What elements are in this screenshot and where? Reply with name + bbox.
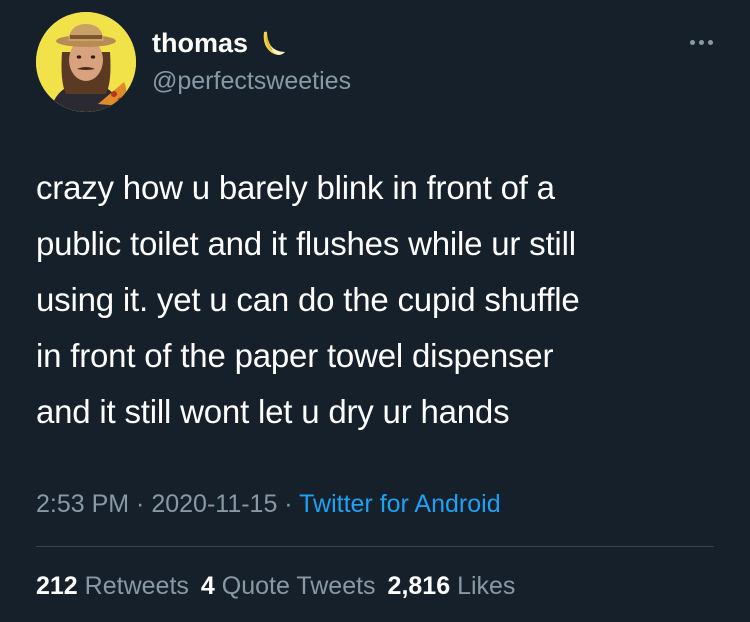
tweet-date[interactable]: 2020-11-15 xyxy=(151,490,277,518)
display-name[interactable]: thomas xyxy=(152,26,288,60)
meta-separator: · xyxy=(277,490,300,518)
avatar-photo xyxy=(36,12,136,112)
tweet-card: thomas @perfectsweeties crazy how u bare… xyxy=(0,0,750,622)
likes-stat[interactable]: 2,816 Likes xyxy=(388,572,516,600)
likes-label: Likes xyxy=(457,572,516,600)
likes-count: 2,816 xyxy=(387,572,451,600)
more-dot xyxy=(707,39,713,45)
avatar[interactable] xyxy=(36,12,136,112)
tweet-time[interactable]: 2:53 PM xyxy=(36,490,129,518)
quotes-label: Quote Tweets xyxy=(221,572,376,600)
retweets-stat[interactable]: 212 Retweets xyxy=(36,572,189,600)
tweet-text: crazy how u barely blink in front of a p… xyxy=(36,169,580,430)
more-dot xyxy=(698,39,704,45)
meta-separator: · xyxy=(129,490,152,518)
user-handle[interactable]: @perfectsweeties xyxy=(152,66,351,96)
retweets-label: Retweets xyxy=(84,572,189,600)
banana-icon xyxy=(258,28,288,58)
more-icon[interactable] xyxy=(683,30,719,54)
quotes-count: 4 xyxy=(200,572,215,600)
divider xyxy=(36,546,714,547)
tweet-meta: 2:53 PM · 2020-11-15 · Twitter for Andro… xyxy=(36,488,501,520)
display-name-text: thomas xyxy=(152,28,249,58)
more-dot xyxy=(689,39,695,45)
tweet-source[interactable]: Twitter for Android xyxy=(299,490,500,518)
tweet-stats: 212 Retweets 4 Quote Tweets 2,816 Likes xyxy=(36,570,527,602)
retweets-count: 212 xyxy=(36,572,78,600)
quotes-stat[interactable]: 4 Quote Tweets xyxy=(201,572,376,600)
